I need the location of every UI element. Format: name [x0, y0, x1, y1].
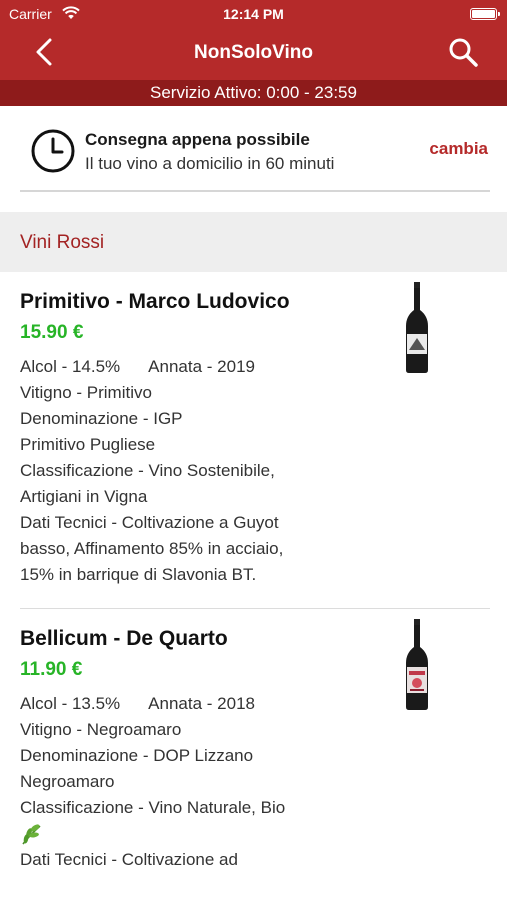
- category-header: Vini Rossi: [0, 212, 507, 272]
- page-title: NonSoloVino: [194, 42, 313, 63]
- change-delivery-button[interactable]: cambia: [429, 139, 488, 159]
- spec-line: Denominazione - DOP Lizzano: [20, 746, 254, 765]
- spec-line: Classificazione - Vino Sostenibile,: [20, 461, 275, 480]
- spec-line: Denominazione - IGP: [20, 409, 183, 428]
- delivery-title: Consegna appena possibile: [85, 130, 310, 149]
- category-title: Vini Rossi: [20, 232, 105, 253]
- spec-line: 15% in barrique di Slavonia BT.: [20, 565, 257, 584]
- product-specs: Alcol - 13.5% Annata - 2018 Vitigno - Neg…: [20, 691, 340, 873]
- spec-line: basso, Affinamento 85% in acciaio,: [20, 539, 284, 558]
- wine-bottle-image: [406, 619, 428, 710]
- product-item[interactable]: Primitivo - Marco Ludovico 15.90 € Alcol…: [20, 282, 490, 588]
- leaf-icon: [22, 824, 41, 845]
- vintage-spec: Annata - 2018: [148, 694, 255, 713]
- spec-line: Vitigno - Negroamaro: [20, 720, 182, 739]
- spec-line: Primitivo Pugliese: [20, 435, 156, 454]
- product-specs: Alcol - 14.5% Annata - 2019 Vitigno - Pri…: [20, 354, 340, 588]
- search-button[interactable]: [447, 36, 479, 68]
- status-bar: Carrier 12:14 PM: [0, 0, 507, 28]
- clock-time: 12:14 PM: [223, 6, 284, 22]
- alcohol-spec: Alcol - 13.5%: [20, 694, 121, 713]
- service-hours-banner: Servizio Attivo: 0:00 - 23:59: [0, 80, 507, 106]
- spec-line: Vitigno - Primitivo: [20, 383, 152, 402]
- product-item[interactable]: Bellicum - De Quarto 11.90 € Alcol - 13.…: [20, 619, 490, 873]
- clock-icon: [31, 129, 75, 173]
- delivery-option[interactable]: Consegna appena possibile Il tuo vino a …: [20, 106, 490, 192]
- spec-line: Artigiani in Vigna: [20, 487, 148, 506]
- spec-line: Dati Tecnici - Coltivazione a Guyot: [20, 513, 279, 532]
- spec-row: Alcol - 13.5% Annata - 2018: [20, 691, 340, 717]
- spec-row: Alcol - 14.5% Annata - 2019: [20, 354, 340, 380]
- alcohol-spec: Alcol - 14.5%: [20, 357, 121, 376]
- delivery-subtitle: Il tuo vino a domicilio in 60 minuti: [85, 154, 335, 173]
- battery-icon: [470, 8, 500, 20]
- top-bar: Carrier 12:14 PM NonSoloVino: [0, 0, 507, 80]
- vintage-spec: Annata - 2019: [148, 357, 255, 376]
- wine-bottle-image: [406, 282, 428, 373]
- spec-line: Classificazione - Vino Naturale, Bio: [20, 798, 286, 817]
- spec-line: Negroamaro: [20, 772, 115, 791]
- product-divider: [20, 608, 490, 609]
- spec-line: Dati Tecnici - Coltivazione ad: [20, 850, 238, 869]
